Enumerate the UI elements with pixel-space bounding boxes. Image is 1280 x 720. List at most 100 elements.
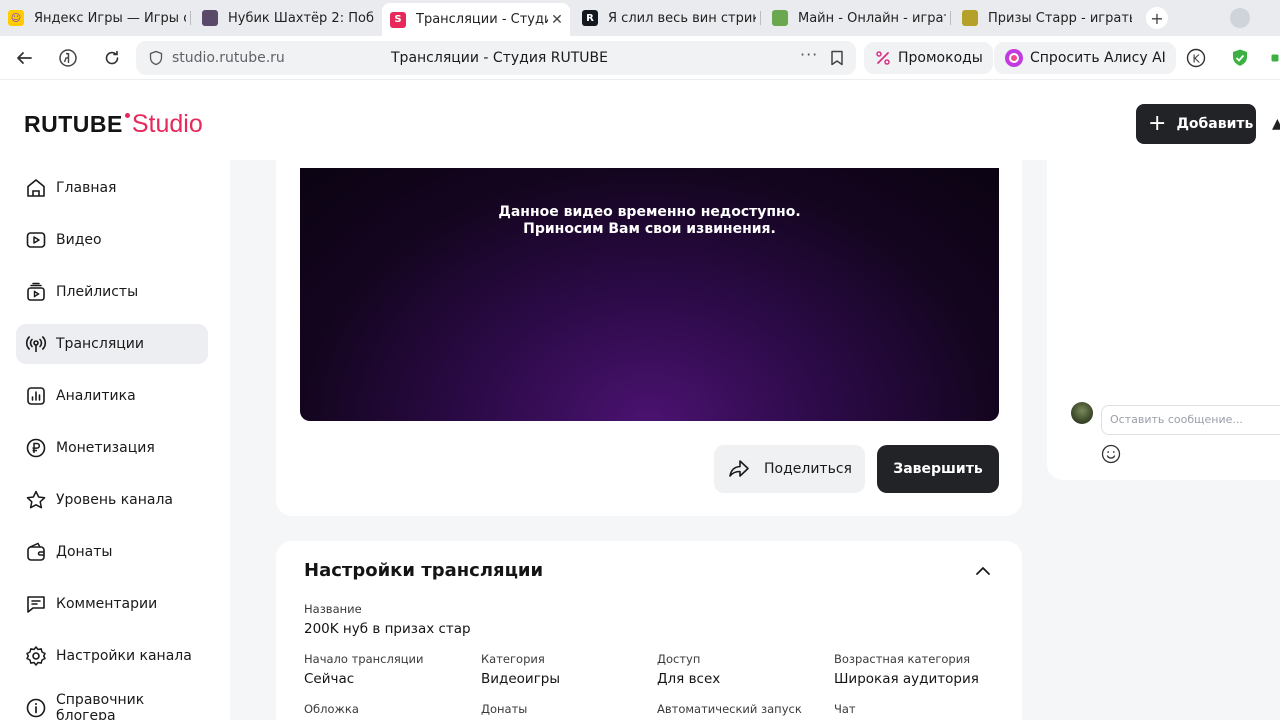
ruble-icon <box>24 436 48 460</box>
video-unavailable-line1: Данное видео временно недоступно. <box>498 204 801 220</box>
kaspersky-extension-icon[interactable]: K <box>1186 48 1206 68</box>
share-icon <box>728 459 750 479</box>
percent-icon <box>874 49 892 67</box>
sidebar-item-label: Настройки канала <box>56 648 192 664</box>
sidebar-item-label: Монетизация <box>56 440 155 456</box>
browser-tab-title: Яндекс Игры — Игры он <box>34 10 186 26</box>
browser-tab-title: Призы Старр - играть о <box>988 10 1132 26</box>
analytics-icon <box>24 384 48 408</box>
profile-avatar[interactable] <box>1230 8 1250 28</box>
browser-tab[interactable]: Майн - Онлайн - играть <box>764 4 946 32</box>
alice-icon <box>1004 48 1024 68</box>
finish-button-label: Завершить <box>893 461 983 477</box>
sidebar-item-video[interactable]: Видео <box>16 220 208 260</box>
field-cover-label: Обложка <box>304 702 359 716</box>
new-tab-button[interactable]: + <box>1146 7 1168 29</box>
logo-rutube-text: RUTUBE <box>24 111 123 137</box>
chevron-up-icon[interactable] <box>973 563 993 583</box>
rutube-studio-logo[interactable]: RUTUBE Studio <box>24 110 203 140</box>
logo-studio-text: Studio <box>131 110 203 138</box>
browser-tab[interactable]: Нубик Шахтёр 2: Побег <box>194 4 374 32</box>
add-button-label: Добавить <box>1176 116 1254 132</box>
url-host: studio.rutube.ru <box>172 50 285 66</box>
share-button[interactable]: Поделиться <box>714 445 865 493</box>
browser-tab[interactable]: R Я слил весь вин стрик <box>574 4 756 32</box>
emoji-icon[interactable] <box>1101 444 1121 464</box>
sidebar-item-label: Уровень канала <box>56 492 173 508</box>
tab-separator <box>190 11 191 25</box>
rutube-studio-icon: S <box>390 11 406 28</box>
sidebar-item-label: Донаты <box>56 544 113 560</box>
svg-text:K: K <box>1193 53 1201 66</box>
sidebar-item-comments[interactable]: Комментарии <box>16 584 208 624</box>
browser-tab-strip: ☺ Яндекс Игры — Игры он Нубик Шахтёр 2: … <box>0 0 1280 36</box>
tab-separator <box>760 11 761 25</box>
video-player[interactable]: Данное видео временно недоступно. Принос… <box>300 168 999 421</box>
sidebar-item-broadcasts[interactable]: Трансляции <box>16 324 208 364</box>
sidebar-item-home[interactable]: Главная <box>16 168 208 208</box>
sidebar-item-channel-settings[interactable]: Настройки канала <box>16 636 208 676</box>
reload-button[interactable] <box>100 46 124 70</box>
browser-tab-active[interactable]: S Трансляции - Студия ✕ <box>382 3 570 36</box>
sidebar-item-playlists[interactable]: Плейлисты <box>16 272 208 312</box>
field-chat-label: Чат <box>834 702 856 716</box>
extensions-overflow-icon[interactable] <box>1270 48 1280 68</box>
sidebar-item-label: Справочник блогера <box>56 692 145 720</box>
browser-tab[interactable]: ☺ Яндекс Игры — Игры он <box>0 4 186 32</box>
browser-tab-title: Майн - Онлайн - играть <box>798 10 946 26</box>
field-access-label: Доступ <box>657 652 701 666</box>
settings-title: Настройки трансляции <box>304 560 544 581</box>
field-autostart-label: Автоматический запуск <box>657 702 802 716</box>
field-donations-label: Донаты <box>481 702 528 716</box>
game-smile-icon <box>962 10 978 26</box>
more-options-icon[interactable]: ··· <box>800 45 818 64</box>
close-tab-icon[interactable]: ✕ <box>548 12 566 28</box>
field-category-value: Видеоигры <box>481 671 561 687</box>
promo-codes-button[interactable]: Промокоды <box>864 42 993 74</box>
ask-alice-button[interactable]: Спросить Алису AI <box>994 42 1176 74</box>
tab-separator <box>950 11 951 25</box>
rutube-icon: R <box>582 10 598 26</box>
field-start-value: Сейчас <box>304 671 355 687</box>
browser-toolbar: studio.rutube.ru Трансляции - Студия RUT… <box>0 36 1280 80</box>
logo-dot <box>124 113 130 118</box>
add-button[interactable]: + Добавить <box>1136 104 1256 144</box>
sidebar-item-label: Аналитика <box>56 388 136 404</box>
field-name-value: 200K нуб в призах стар <box>304 621 471 637</box>
browser-tab[interactable]: Призы Старр - играть о <box>954 4 1132 32</box>
protect-shield-icon[interactable] <box>1230 48 1250 68</box>
sidebar-item-donations[interactable]: Донаты <box>16 532 208 572</box>
chat-user-avatar <box>1071 402 1093 424</box>
back-button[interactable] <box>12 46 36 70</box>
finish-broadcast-button[interactable]: Завершить <box>877 445 999 493</box>
minecraft-icon <box>772 10 788 26</box>
arrow-left-icon <box>17 52 32 64</box>
star-icon <box>24 488 48 512</box>
sidebar-item-analytics[interactable]: Аналитика <box>16 376 208 416</box>
broadcast-icon <box>24 332 48 356</box>
gear-icon <box>24 644 48 668</box>
field-age-value: Широкая аудитория <box>834 671 979 687</box>
upload-arrow-icon[interactable]: ▲ <box>1272 116 1280 132</box>
browser-tab-title: Трансляции - Студия <box>416 12 548 27</box>
bookmark-icon[interactable] <box>830 50 844 70</box>
field-category-label: Категория <box>481 652 545 666</box>
info-icon <box>24 696 48 720</box>
home-icon <box>24 176 48 200</box>
field-start-label: Начало трансляции <box>304 652 424 666</box>
browser-tab-title: Нубик Шахтёр 2: Побег <box>228 10 374 26</box>
sidebar-item-label: Плейлисты <box>56 284 139 300</box>
video-unavailable-line2: Приносим Вам свои извинения. <box>523 221 776 237</box>
sidebar-item-blogger-guide[interactable]: Справочник блогера <box>16 688 208 720</box>
video-icon <box>24 228 48 252</box>
chat-input-placeholder: Оставить сообщение... <box>1110 413 1243 426</box>
site-info-icon[interactable] <box>148 50 164 70</box>
address-bar[interactable]: studio.rutube.ru Трансляции - Студия RUT… <box>136 41 856 75</box>
sidebar-item-label: Видео <box>56 232 102 248</box>
yandex-games-icon: ☺ <box>8 10 24 26</box>
yandex-home-button[interactable] <box>56 46 80 70</box>
sidebar-item-label: Главная <box>56 180 117 196</box>
chat-message-input[interactable]: Оставить сообщение... <box>1101 405 1280 435</box>
sidebar-item-monetization[interactable]: Монетизация <box>16 428 208 468</box>
sidebar-item-channel-level[interactable]: Уровень канала <box>16 480 208 520</box>
